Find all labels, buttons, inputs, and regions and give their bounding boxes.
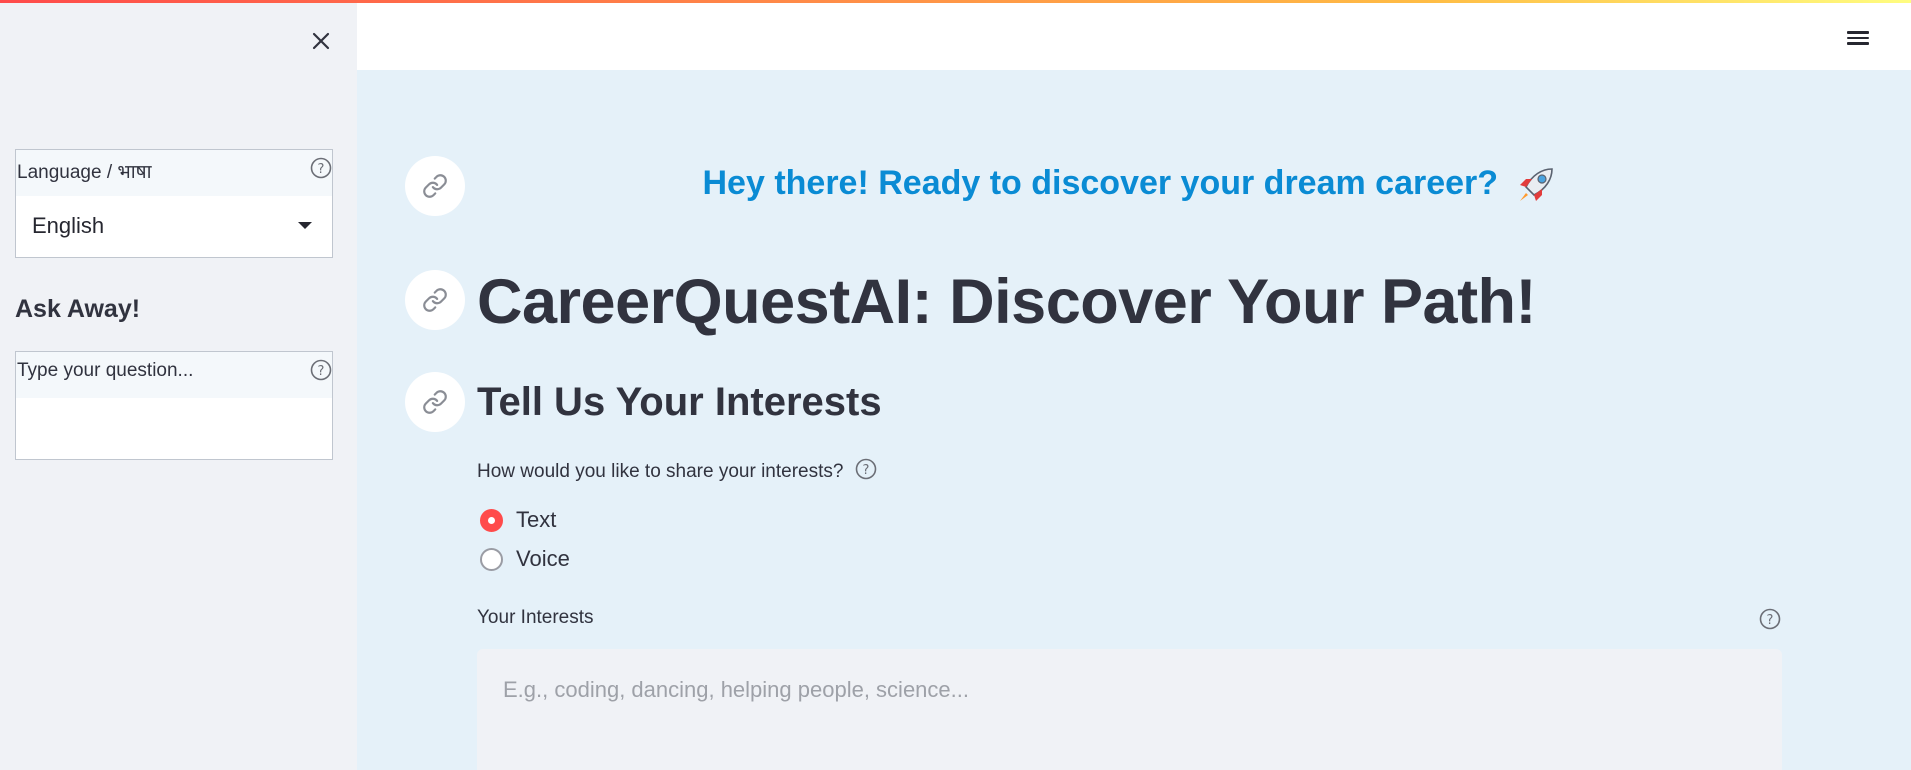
- radio-option-text[interactable]: Text: [480, 507, 556, 533]
- radio-label: Voice: [516, 546, 570, 571]
- ask-away-heading: Ask Away!: [15, 295, 141, 323]
- interests-subheading: Tell Us Your Interests: [477, 380, 882, 424]
- close-icon: [312, 32, 330, 50]
- language-label: Language / भाषा: [17, 162, 152, 183]
- link-icon: [423, 288, 447, 312]
- share-method-label-text: How would you like to share your interes…: [477, 461, 844, 483]
- svg-text:?: ?: [862, 463, 869, 478]
- subheading-anchor-link[interactable]: [405, 372, 465, 432]
- question-field: Type your question... ?: [15, 351, 333, 460]
- rocket-icon: [1519, 168, 1553, 201]
- question-label: Type your question...: [17, 360, 194, 381]
- interests-placeholder: E.g., coding, dancing, helping people, s…: [503, 677, 969, 702]
- page-title: CareerQuestAI: Discover Your Path!: [477, 267, 1537, 337]
- help-icon[interactable]: ?: [310, 157, 332, 179]
- main-menu-button[interactable]: [1847, 28, 1871, 50]
- help-icon[interactable]: ?: [1759, 608, 1781, 630]
- link-icon: [423, 174, 447, 198]
- tagline: Hey there! Ready to discover your dream …: [600, 163, 1660, 207]
- title-anchor-link[interactable]: [405, 270, 465, 330]
- language-select-value: English: [32, 213, 105, 238]
- close-sidebar-button[interactable]: [306, 26, 336, 56]
- interests-textarea[interactable]: E.g., coding, dancing, helping people, s…: [477, 649, 1782, 770]
- svg-text:?: ?: [318, 162, 325, 177]
- sidebar: Language / भाषा ? English Ask Away! Type…: [0, 0, 357, 770]
- help-icon[interactable]: ?: [310, 359, 332, 381]
- app-header: [357, 3, 1911, 70]
- link-icon: [423, 390, 447, 414]
- language-field: Language / भाषा ? English: [15, 149, 333, 258]
- radio-button-selected[interactable]: [480, 508, 503, 532]
- share-method-label: How would you like to share your interes…: [477, 458, 877, 486]
- interests-label: Your Interests: [477, 607, 594, 628]
- language-select[interactable]: English: [16, 196, 332, 257]
- tagline-text: Hey there! Ready to discover your dream …: [702, 163, 1499, 202]
- radio-button[interactable]: [480, 547, 503, 571]
- radio-label: Text: [516, 507, 557, 532]
- top-decoration-bar: [0, 0, 1911, 3]
- menu-icon: [1847, 31, 1869, 34]
- chevron-down-icon: [298, 222, 312, 229]
- radio-option-voice[interactable]: Voice: [480, 546, 570, 572]
- svg-text:?: ?: [1767, 613, 1774, 628]
- tagline-anchor-link[interactable]: [405, 156, 465, 216]
- language-field-header: Language / भाषा ?: [16, 150, 332, 196]
- help-icon[interactable]: ?: [855, 458, 877, 486]
- question-field-header: Type your question... ?: [16, 352, 332, 398]
- svg-text:?: ?: [318, 364, 325, 379]
- question-input[interactable]: [16, 398, 332, 459]
